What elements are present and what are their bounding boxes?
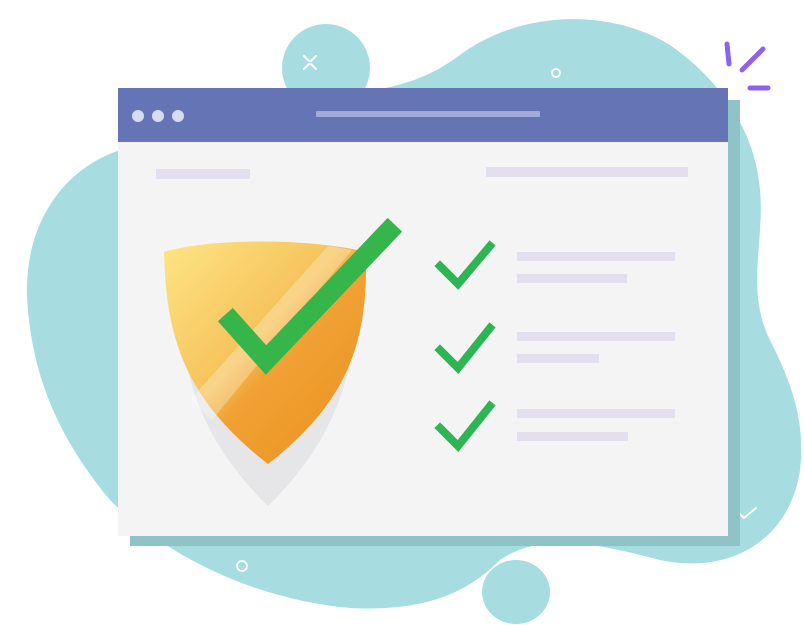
checklist-item-2-line-short [517,354,599,363]
checklist-item-2-line-long [517,332,675,341]
decor-ring-left [21,463,35,477]
window-control-dot-2 [152,110,164,122]
address-bar-line [316,111,540,117]
browser-window [118,88,728,536]
window-control-dot-3 [172,110,184,122]
header-placeholder-left [156,169,250,179]
background-small-blob-bottom [482,560,550,624]
security-illustration [0,0,804,625]
header-placeholder-right [486,167,688,177]
decor-wave-left [93,527,123,541]
checklist-item-3-line-long [517,409,675,418]
sparkle-icon [724,41,771,91]
checklist-item-3-line-short [517,432,628,441]
checklist-item-1-line-long [517,252,675,261]
window-control-dot-1 [132,110,144,122]
illustration-canvas [21,19,802,624]
checklist-item-1-line-short [517,274,627,283]
